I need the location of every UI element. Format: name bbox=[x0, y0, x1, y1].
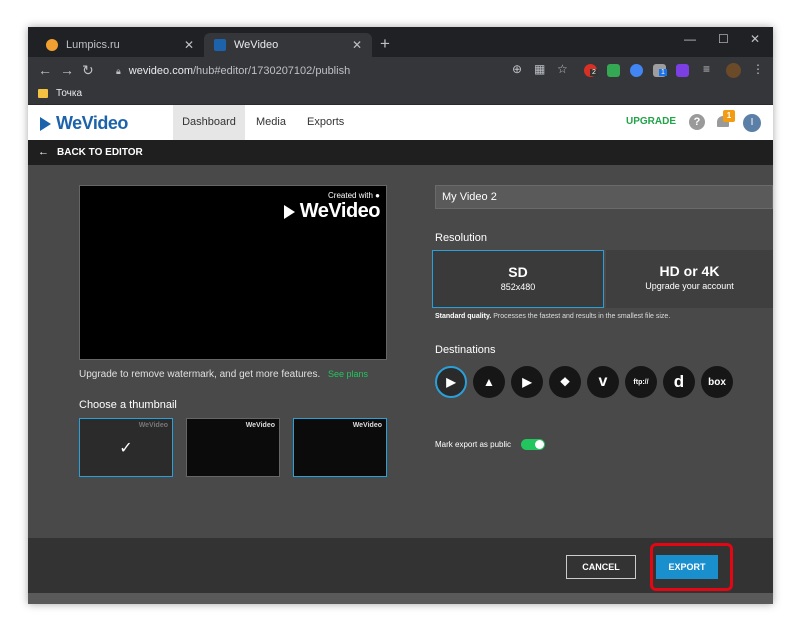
logo-text: WeVideo bbox=[56, 113, 128, 133]
bottom-scroll-area bbox=[28, 593, 773, 604]
resolution-desc-bold: Standard quality. bbox=[435, 313, 492, 320]
see-plans-link[interactable]: See plans bbox=[328, 369, 368, 379]
tab-close-icon[interactable]: ✕ bbox=[352, 38, 362, 52]
notification-badge: 1 bbox=[723, 110, 735, 122]
upgrade-watermark-text: Upgrade to remove watermark, and get mor… bbox=[79, 369, 368, 380]
publish-content: Created with ● WeVideo Upgrade to remove… bbox=[28, 165, 773, 538]
extension-purple-icon[interactable] bbox=[676, 64, 689, 77]
thumbnail-watermark: WeVideo bbox=[352, 422, 382, 429]
watermark-small: Created with ● bbox=[328, 191, 380, 200]
destination-wevideo-icon[interactable]: ▶ bbox=[435, 366, 467, 398]
resolution-heading: Resolution bbox=[435, 232, 487, 244]
star-icon[interactable]: ☆ bbox=[557, 62, 568, 76]
tab-lumpics[interactable]: Lumpics.ru ✕ bbox=[36, 33, 204, 57]
destination-ftp-icon[interactable]: ftp:// bbox=[625, 366, 657, 398]
destination-youtube-icon[interactable]: ▶ bbox=[511, 366, 543, 398]
browser-toolbar: ← → ↻ 🔒︎ wevideo.com /hub#editor/1730207… bbox=[28, 57, 773, 85]
lock-icon: 🔒︎ bbox=[116, 65, 121, 76]
tab-title: Lumpics.ru bbox=[66, 39, 120, 51]
public-label: Mark export as public bbox=[435, 440, 512, 449]
wevideo-play-icon bbox=[40, 116, 51, 131]
new-tab-icon[interactable]: + bbox=[380, 34, 390, 54]
wevideo-favicon-icon bbox=[214, 39, 226, 51]
destination-box-icon[interactable]: box bbox=[701, 366, 733, 398]
bookmark-item[interactable]: Точка bbox=[38, 88, 82, 99]
cancel-button[interactable]: CANCEL bbox=[566, 555, 636, 579]
upgrade-message: Upgrade to remove watermark, and get mor… bbox=[79, 369, 321, 380]
tab-strip: Lumpics.ru ✕ WeVideo ✕ + — ☐ ✕ bbox=[28, 27, 773, 57]
nav-dashboard[interactable]: Dashboard bbox=[173, 105, 245, 140]
upgrade-link[interactable]: UPGRADE bbox=[626, 116, 676, 127]
bookmarks-bar: Точка bbox=[28, 85, 773, 105]
destination-dailymotion-icon[interactable]: d bbox=[663, 366, 695, 398]
destination-vimeo-icon[interactable]: v bbox=[587, 366, 619, 398]
resolution-sub: 852x480 bbox=[500, 282, 536, 292]
reload-icon[interactable]: ↻ bbox=[82, 62, 94, 79]
export-button[interactable]: EXPORT bbox=[656, 555, 718, 579]
watermark-text: WeVideo bbox=[299, 200, 381, 222]
forward-arrow-icon[interactable]: → bbox=[60, 62, 74, 78]
bookmark-label: Точка bbox=[56, 88, 83, 99]
public-export-row: Mark export as public bbox=[435, 439, 546, 450]
help-icon[interactable]: ? bbox=[689, 114, 705, 130]
destinations-heading: Destinations bbox=[435, 344, 496, 356]
public-toggle[interactable] bbox=[521, 439, 546, 450]
resolution-description: Standard quality. Processes the fastest … bbox=[435, 313, 670, 320]
resolution-sub: Upgrade your account bbox=[645, 281, 734, 291]
extension-globe-icon[interactable] bbox=[630, 64, 643, 77]
maximize-icon[interactable]: ☐ bbox=[718, 32, 729, 46]
extension-badge: 2 bbox=[590, 69, 598, 76]
destination-google-drive-icon[interactable]: ▲ bbox=[473, 366, 505, 398]
watermark-big: WeVideo bbox=[283, 200, 381, 223]
wevideo-logo[interactable]: WeVideo bbox=[40, 113, 128, 134]
checkmark-icon: ✓ bbox=[119, 439, 133, 457]
resolution-sd-option[interactable]: SD 852x480 bbox=[432, 250, 604, 308]
url-path: /hub#editor/1730207102/publish bbox=[193, 65, 351, 77]
notifications-bell-icon[interactable]: 1 bbox=[717, 110, 735, 129]
preview-watermark: Created with ● WeVideo bbox=[283, 191, 381, 223]
thumbnail-option[interactable]: WeVideo bbox=[186, 418, 280, 477]
video-preview[interactable]: Created with ● WeVideo bbox=[79, 185, 387, 360]
reading-list-icon[interactable]: ≡ bbox=[703, 62, 710, 76]
profile-avatar[interactable] bbox=[726, 63, 741, 78]
tab-title: WeVideo bbox=[234, 39, 279, 51]
lumpics-favicon-icon bbox=[46, 39, 58, 51]
address-bar[interactable]: 🔒︎ wevideo.com /hub#editor/1730207102/pu… bbox=[116, 61, 516, 81]
user-avatar[interactable]: I bbox=[743, 114, 761, 132]
browser-window: Lumpics.ru ✕ WeVideo ✕ + — ☐ ✕ ← → ↻ 🔒︎ … bbox=[28, 27, 773, 604]
add-icon[interactable]: ⊕ bbox=[512, 62, 522, 76]
app-header: WeVideo Dashboard Media Exports UPGRADE … bbox=[28, 105, 773, 140]
resolution-hd-option[interactable]: HD or 4K Upgrade your account bbox=[606, 250, 773, 308]
back-arrow-icon[interactable]: ← bbox=[38, 62, 52, 78]
translate-icon[interactable]: ▦ bbox=[534, 62, 545, 76]
bookmark-folder-icon bbox=[38, 89, 48, 98]
resolution-label: SD bbox=[508, 264, 528, 280]
resolution-label: HD or 4K bbox=[659, 263, 720, 279]
kebab-menu-icon[interactable]: ⋮ bbox=[752, 62, 764, 76]
back-bar: ← BACK TO EDITOR bbox=[28, 140, 773, 165]
extension-green-icon[interactable] bbox=[607, 64, 620, 77]
watermark-play-icon bbox=[283, 204, 295, 219]
arrow-left-icon: ← bbox=[38, 146, 49, 158]
url-domain: wevideo.com bbox=[128, 65, 193, 77]
extension-badge: 1 bbox=[659, 69, 667, 76]
thumbnail-heading: Choose a thumbnail bbox=[79, 399, 177, 411]
nav-media[interactable]: Media bbox=[256, 105, 286, 140]
minimize-icon[interactable]: — bbox=[684, 32, 696, 46]
thumbnail-watermark: WeVideo bbox=[245, 422, 275, 429]
thumbnail-option[interactable]: WeVideo ✓ bbox=[79, 418, 173, 477]
destination-dropbox-icon[interactable]: ❖ bbox=[549, 366, 581, 398]
nav-exports[interactable]: Exports bbox=[307, 105, 344, 140]
tab-wevideo[interactable]: WeVideo ✕ bbox=[204, 33, 372, 57]
back-label: BACK TO EDITOR bbox=[57, 146, 143, 158]
window-close-icon[interactable]: ✕ bbox=[750, 32, 760, 46]
back-to-editor-button[interactable]: ← BACK TO EDITOR bbox=[38, 146, 143, 158]
thumbnail-option[interactable]: WeVideo bbox=[293, 418, 387, 477]
tab-close-icon[interactable]: ✕ bbox=[184, 38, 194, 52]
resolution-desc-rest: Processes the fastest and results in the… bbox=[493, 313, 671, 320]
video-title-input[interactable]: My Video 2 bbox=[435, 185, 773, 209]
publish-footer: CANCEL EXPORT bbox=[28, 538, 773, 593]
